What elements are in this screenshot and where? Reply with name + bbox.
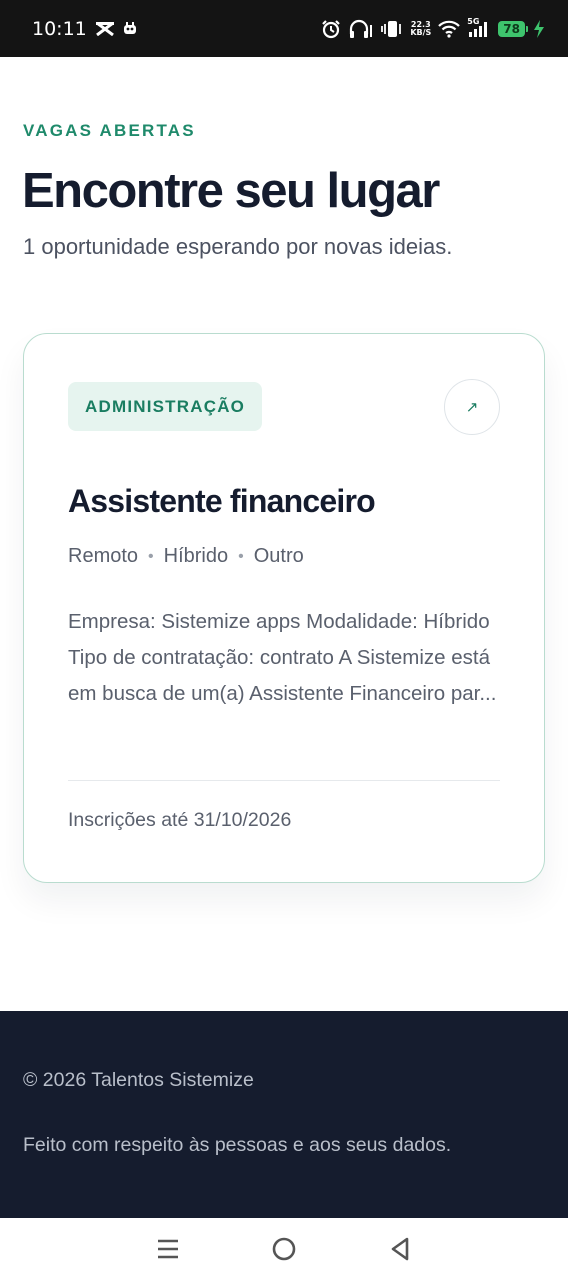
meta-separator: • bbox=[238, 547, 244, 565]
headphones-icon bbox=[348, 19, 374, 39]
status-bar: 10:11 22.3 KB/S 5G 78 bbox=[0, 0, 568, 57]
section-eyebrow: VAGAS ABERTAS bbox=[23, 121, 196, 140]
alarm-icon bbox=[321, 19, 341, 39]
recents-icon[interactable] bbox=[148, 1229, 188, 1269]
status-time: 10:11 bbox=[32, 17, 87, 40]
footer-copyright: © 2026 Talentos Sistemize bbox=[23, 1069, 254, 1091]
vibrate-icon bbox=[381, 19, 403, 39]
charging-icon bbox=[532, 19, 546, 39]
signal-icon: 5G bbox=[467, 17, 491, 38]
system-nav-bar bbox=[0, 1218, 568, 1280]
job-meta: Remoto • Híbrido • Outro bbox=[68, 545, 304, 568]
status-right: 22.3 KB/S 5G 78 bbox=[321, 17, 546, 39]
site-footer: © 2026 Talentos Sistemize Feito com resp… bbox=[0, 1011, 568, 1218]
meta-item-contract: Outro bbox=[253, 545, 304, 567]
arrow-up-right-icon: ↗ bbox=[465, 399, 479, 416]
meta-item-modality: Híbrido bbox=[163, 545, 229, 567]
meta-item-location: Remoto bbox=[68, 545, 139, 567]
battery-icon: 78 bbox=[498, 20, 528, 37]
open-job-button[interactable]: ↗ bbox=[444, 379, 500, 435]
footer-tagline: Feito com respeito às pessoas e aos seus… bbox=[23, 1134, 452, 1156]
status-left: 10:11 bbox=[32, 18, 137, 40]
notification-app-icon bbox=[123, 21, 137, 36]
job-title[interactable]: Assistente financeiro bbox=[68, 483, 376, 520]
home-icon[interactable] bbox=[264, 1229, 304, 1269]
wifi-icon bbox=[438, 20, 461, 38]
category-tag: ADMINISTRAÇÃO bbox=[68, 382, 263, 431]
card-divider bbox=[68, 780, 500, 781]
job-description: Empresa: Sistemize apps Modalidade: Híbr… bbox=[68, 610, 497, 705]
job-card[interactable]: ADMINISTRAÇÃO ↗ Assistente financeiro Re… bbox=[23, 333, 545, 883]
network-speed: 22.3 KB/S bbox=[410, 19, 432, 37]
page-title: Encontre seu lugar bbox=[22, 164, 440, 218]
back-icon[interactable] bbox=[380, 1229, 420, 1269]
meta-separator: • bbox=[148, 547, 154, 565]
application-deadline: Inscrições até 31/10/2026 bbox=[68, 809, 292, 831]
notification-x-icon bbox=[95, 21, 115, 36]
page-subtitle: 1 oportunidade esperando por novas ideia… bbox=[23, 234, 453, 259]
